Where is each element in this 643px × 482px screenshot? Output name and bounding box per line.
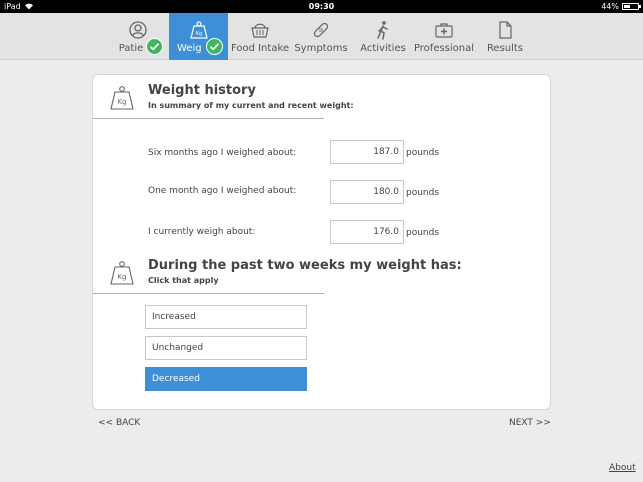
step-navigation: Patie Kg Weig Food Intake Symptoms Activ… (0, 13, 643, 60)
back-button[interactable]: << BACK (98, 418, 140, 428)
person-icon (129, 21, 147, 39)
tab-food-intake-label: Food Intake (230, 43, 290, 54)
one-month-label: One month ago I weighed about: (148, 186, 297, 196)
six-months-label: Six months ago I weighed about: (148, 148, 297, 158)
weight-change-header: Kg During the past two weeks my weight h… (93, 250, 462, 294)
weight-history-header: Kg Weight history In summary of my curre… (93, 75, 354, 119)
six-months-weight-input[interactable] (330, 140, 404, 164)
weight-form-card: Kg Weight history In summary of my curre… (92, 74, 551, 410)
weight-history-title: Weight history (148, 83, 256, 98)
weight-change-subtitle: Click that apply (148, 276, 219, 285)
tab-activities-label: Activities (360, 43, 406, 54)
current-weight-input[interactable] (330, 220, 404, 244)
option-decreased[interactable]: Decreased (145, 367, 307, 391)
bandage-icon (313, 22, 329, 38)
status-bar: iPad 09:30 44% (0, 0, 643, 13)
tab-patient-label: Patie (118, 43, 144, 54)
tab-professional-label: Professional (413, 43, 475, 54)
weight-kg-icon: Kg (110, 261, 134, 285)
current-weight-label: I currently weigh about: (148, 227, 256, 237)
document-icon (499, 21, 512, 39)
tab-symptoms-label: Symptoms (294, 43, 348, 54)
tab-results[interactable]: Results (482, 13, 528, 60)
tab-professional[interactable]: Professional (412, 13, 476, 60)
tab-results-label: Results (486, 43, 524, 54)
medical-kit-icon (435, 23, 453, 38)
option-unchanged[interactable]: Unchanged (145, 336, 307, 360)
one-month-unit: pounds (406, 188, 440, 198)
weight-icon: Kg (189, 21, 208, 39)
tab-symptoms[interactable]: Symptoms (293, 13, 349, 60)
weight-change-title: During the past two weeks my weight has: (148, 258, 462, 273)
tab-weight[interactable]: Kg Weig (169, 13, 228, 60)
next-button[interactable]: NEXT >> (509, 418, 551, 428)
completed-check-icon (146, 38, 163, 55)
completed-check-icon (206, 38, 223, 55)
one-month-weight-input[interactable] (330, 180, 404, 204)
about-link[interactable]: About (609, 463, 636, 473)
tab-activities[interactable]: Activities (356, 13, 410, 60)
battery-percent: 44% (601, 2, 619, 11)
weight-history-subtitle: In summary of my current and recent weig… (148, 101, 354, 110)
six-months-unit: pounds (406, 148, 440, 158)
status-time: 09:30 (308, 2, 335, 11)
basket-icon (251, 23, 269, 38)
tab-patient[interactable]: Patie (112, 13, 164, 60)
tab-food-intake[interactable]: Food Intake (230, 13, 290, 60)
weight-kg-icon: Kg (110, 86, 134, 110)
svg-text:Kg: Kg (195, 31, 201, 37)
kg-icon-text: Kg (117, 273, 126, 281)
current-weight-unit: pounds (406, 228, 440, 238)
kg-icon-text: Kg (117, 98, 126, 106)
option-increased[interactable]: Increased (145, 305, 307, 329)
battery-icon (622, 3, 641, 10)
walking-icon (377, 21, 388, 40)
